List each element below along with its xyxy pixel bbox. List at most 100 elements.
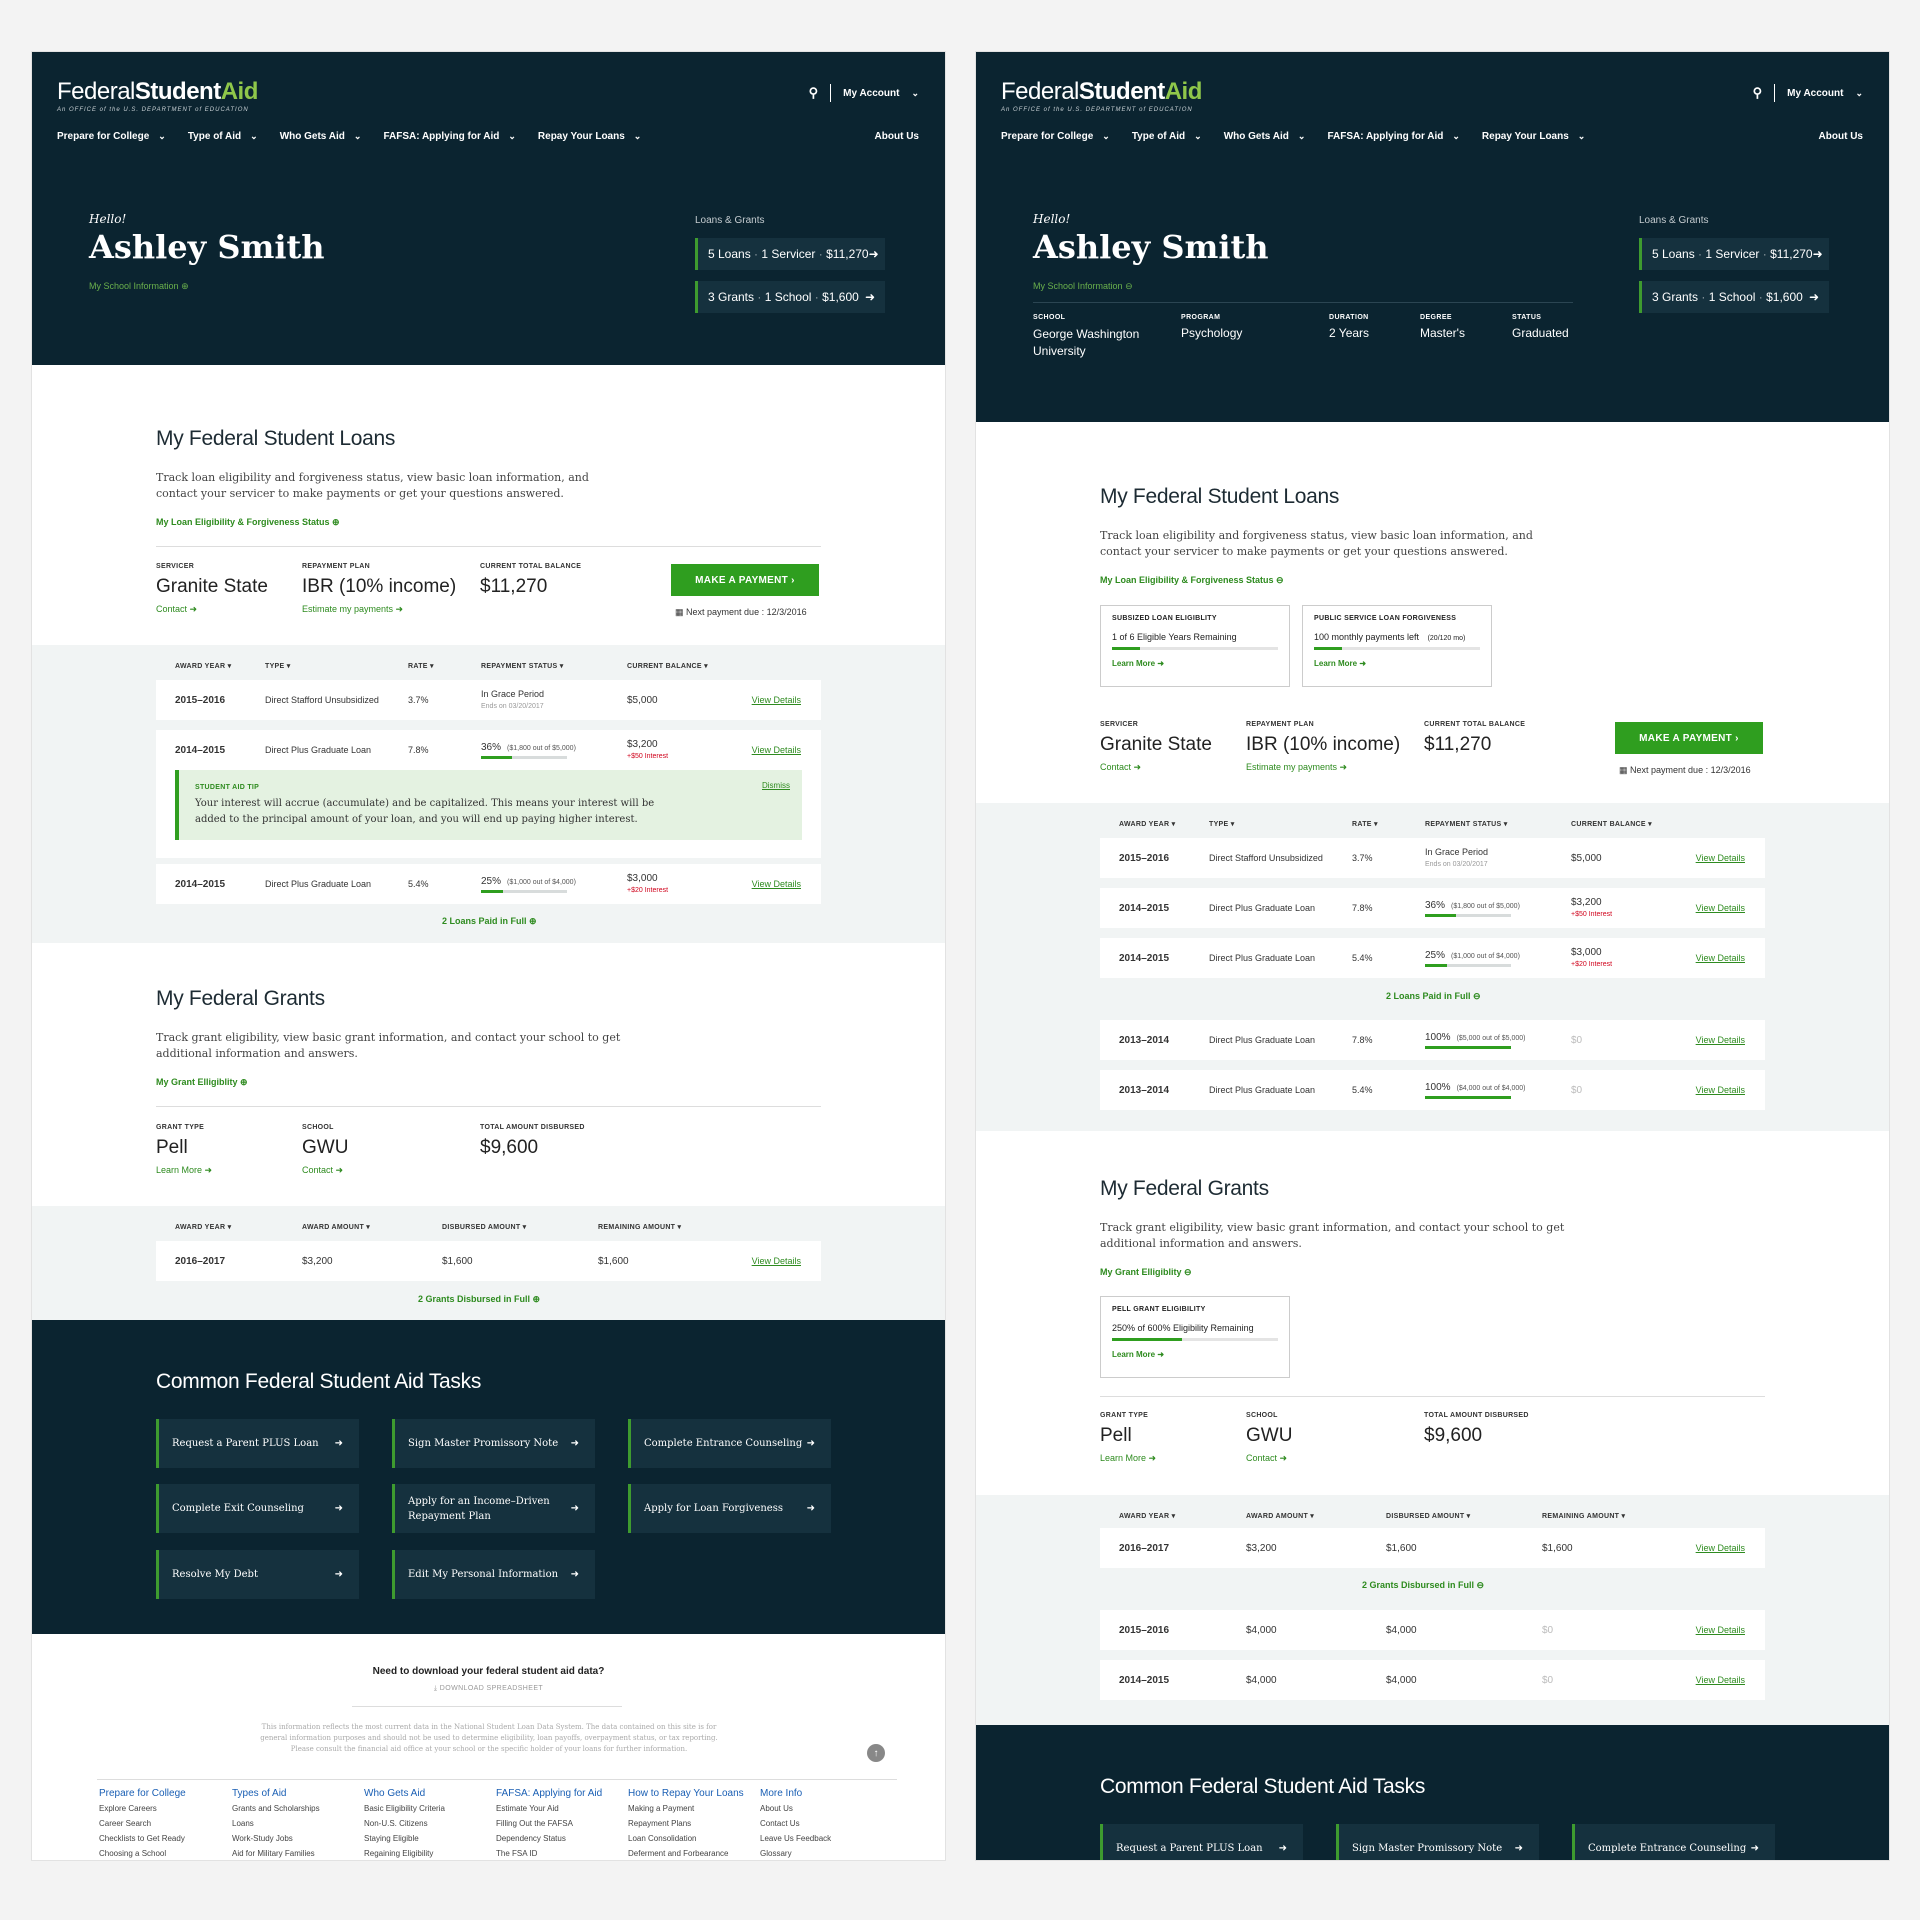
- back-to-top-icon[interactable]: ↑: [867, 1744, 885, 1762]
- task-button[interactable]: Complete Entrance Counseling ➜: [628, 1419, 831, 1468]
- col-award-year[interactable]: AWARD YEAR ▾: [175, 662, 265, 670]
- search-icon[interactable]: ⚲: [809, 85, 819, 101]
- footer-link[interactable]: Leave Us Feedback: [760, 1831, 831, 1846]
- view-details-link[interactable]: View Details: [1696, 1625, 1745, 1635]
- view-details-link[interactable]: View Details: [1696, 853, 1745, 863]
- task-button[interactable]: Complete Exit Counseling ➜: [156, 1484, 359, 1533]
- loan-row[interactable]: 2014–2015 Direct Plus Graduate Loan 5.4%…: [1100, 938, 1765, 978]
- loans-paid-toggle[interactable]: 2 Loans Paid in Full ⊕: [442, 916, 537, 927]
- footer-link[interactable]: Deferment and Forbearance: [628, 1846, 744, 1860]
- nav-repay[interactable]: Repay Your Loans ⌄: [1482, 131, 1585, 142]
- col-balance[interactable]: CURRENT BALANCE ▾: [1571, 820, 1652, 828]
- learn-more-link[interactable]: Learn More ➜: [156, 1165, 212, 1176]
- nav-fafsa[interactable]: FAFSA: Applying for Aid ⌄: [1327, 131, 1459, 142]
- nav-who-gets-aid[interactable]: Who Gets Aid ⌄: [1224, 131, 1306, 142]
- footer-link[interactable]: About Us: [760, 1801, 831, 1816]
- col-status[interactable]: REPAYMENT STATUS ▾: [481, 662, 627, 670]
- school-info-toggle[interactable]: My School Information ⊖: [1033, 281, 1133, 292]
- footer-heading-link[interactable]: Who Gets Aid: [364, 1786, 445, 1801]
- view-details-link[interactable]: View Details: [1696, 953, 1745, 963]
- col-disbursed[interactable]: DISBURSED AMOUNT ▾: [442, 1223, 598, 1231]
- nav-prepare[interactable]: Prepare for College ⌄: [1001, 131, 1110, 142]
- contact-link[interactable]: Contact ➜: [1246, 1453, 1292, 1464]
- chevron-down-icon[interactable]: ⌄: [911, 88, 919, 99]
- make-payment-button[interactable]: MAKE A PAYMENT ›: [671, 564, 819, 596]
- footer-link[interactable]: Making a Payment: [628, 1801, 744, 1816]
- grants-paid-toggle[interactable]: 2 Grants Disbursed in Full ⊕: [418, 1294, 540, 1305]
- footer-link[interactable]: Estimate Your Aid: [496, 1801, 602, 1816]
- col-award-year[interactable]: AWARD YEAR ▾: [175, 1223, 302, 1231]
- footer-link[interactable]: Non-U.S. Citizens: [364, 1816, 445, 1831]
- footer-link[interactable]: Filling Out the FAFSA: [496, 1816, 602, 1831]
- loan-eligibility-toggle[interactable]: My Loan Eligibility & Forgiveness Status…: [156, 517, 340, 528]
- col-balance[interactable]: CURRENT BALANCE ▾: [627, 662, 708, 670]
- download-spreadsheet-link[interactable]: ⤓ DOWNLOAD SPREADSHEET: [32, 1685, 945, 1693]
- contact-link[interactable]: Contact ➜: [302, 1165, 348, 1176]
- view-details-link[interactable]: View Details: [752, 695, 801, 705]
- learn-more-link[interactable]: Learn More ➜: [1112, 1350, 1278, 1359]
- view-details-link[interactable]: View Details: [1696, 1675, 1745, 1685]
- footer-link[interactable]: Repayment Plans: [628, 1816, 744, 1831]
- footer-link[interactable]: Grants and Scholarships: [232, 1801, 320, 1816]
- chevron-down-icon[interactable]: ⌄: [1855, 88, 1863, 99]
- footer-heading-link[interactable]: Prepare for College: [99, 1786, 186, 1801]
- loan-row[interactable]: 2014–2015 Direct Plus Graduate Loan 7.8%…: [1100, 888, 1765, 928]
- col-award-amount[interactable]: AWARD AMOUNT ▾: [302, 1223, 442, 1231]
- loan-row[interactable]: 2015–2016 Direct Stafford Unsubsidized 3…: [156, 680, 821, 720]
- loan-row[interactable]: 2014–2015 Direct Plus Graduate Loan 7.8%…: [156, 730, 821, 770]
- footer-link[interactable]: Loans: [232, 1816, 320, 1831]
- col-award-amount[interactable]: AWARD AMOUNT ▾: [1246, 1512, 1386, 1520]
- nav-about-us[interactable]: About Us: [875, 131, 919, 142]
- learn-more-link[interactable]: Learn More ➜: [1112, 659, 1278, 668]
- estimate-link[interactable]: Estimate my payments ➜: [302, 604, 456, 615]
- paid-grant-row[interactable]: 2014–2015 $4,000 $4,000 $0 View Details: [1100, 1660, 1765, 1700]
- logo[interactable]: FederalStudentAid An OFFICE of the U.S. D…: [1001, 78, 1202, 113]
- grant-eligibility-toggle[interactable]: My Grant Elligiblity ⊖: [1100, 1267, 1192, 1278]
- footer-link[interactable]: Career Search: [99, 1816, 186, 1831]
- my-account-button[interactable]: My Account: [1787, 88, 1843, 99]
- loans-summary-button[interactable]: 5 Loans · 1 Servicer · $11,270 ➜: [695, 238, 885, 270]
- col-rate[interactable]: RATE ▾: [1352, 820, 1425, 828]
- make-payment-button[interactable]: MAKE A PAYMENT ›: [1615, 722, 1763, 754]
- footer-heading-link[interactable]: Types of Aid: [232, 1786, 320, 1801]
- search-icon[interactable]: ⚲: [1753, 85, 1763, 101]
- footer-heading-link[interactable]: FAFSA: Applying for Aid: [496, 1786, 602, 1801]
- grant-row[interactable]: 2016–2017 $3,200 $1,600 $1,600 View Deta…: [1100, 1528, 1765, 1568]
- loans-summary-button[interactable]: 5 Loans · 1 Servicer · $11,270 ➜: [1639, 238, 1829, 270]
- task-button[interactable]: Request a Parent PLUS Loan ➜: [156, 1419, 359, 1468]
- col-disbursed[interactable]: DISBURSED AMOUNT ▾: [1386, 1512, 1542, 1520]
- view-details-link[interactable]: View Details: [1696, 903, 1745, 913]
- task-button[interactable]: Apply for Loan Forgiveness ➜: [628, 1484, 831, 1533]
- col-award-year[interactable]: AWARD YEAR ▾: [1119, 820, 1209, 828]
- col-remaining[interactable]: REMAINING AMOUNT ▾: [598, 1223, 681, 1231]
- col-type[interactable]: TYPE ▾: [265, 662, 408, 670]
- view-details-link[interactable]: View Details: [1696, 1085, 1745, 1095]
- footer-link[interactable]: Choosing a School: [99, 1846, 186, 1860]
- paid-loan-row[interactable]: 2013–2014 Direct Plus Graduate Loan 5.4%…: [1100, 1070, 1765, 1110]
- nav-prepare[interactable]: Prepare for College ⌄: [57, 131, 166, 142]
- task-button[interactable]: Apply for an Income–Driven Repayment Pla…: [392, 1484, 595, 1533]
- footer-heading-link[interactable]: How to Repay Your Loans: [628, 1786, 744, 1801]
- footer-link[interactable]: Aid for Military Families: [232, 1846, 320, 1860]
- contact-link[interactable]: Contact ➜: [156, 604, 268, 615]
- footer-link[interactable]: Regaining Eligibility: [364, 1846, 445, 1860]
- school-info-toggle[interactable]: My School Information ⊕: [89, 281, 189, 292]
- footer-link[interactable]: Contact Us: [760, 1816, 831, 1831]
- col-type[interactable]: TYPE ▾: [1209, 820, 1352, 828]
- task-button[interactable]: Resolve My Debt ➜: [156, 1550, 359, 1599]
- footer-link[interactable]: Explore Careers: [99, 1801, 186, 1816]
- view-details-link[interactable]: View Details: [1696, 1035, 1745, 1045]
- grant-eligibility-toggle[interactable]: My Grant Elligiblity ⊕: [156, 1077, 248, 1088]
- nav-repay[interactable]: Repay Your Loans ⌄: [538, 131, 641, 142]
- grants-paid-toggle[interactable]: 2 Grants Disbursed in Full ⊖: [1362, 1580, 1484, 1591]
- grants-summary-button[interactable]: 3 Grants · 1 School · $1,600 ➜: [695, 281, 885, 313]
- loan-row[interactable]: 2014–2015 Direct Plus Graduate Loan 5.4%…: [156, 864, 821, 904]
- paid-loan-row[interactable]: 2013–2014 Direct Plus Graduate Loan 7.8%…: [1100, 1020, 1765, 1060]
- dismiss-button[interactable]: Dismiss: [762, 781, 790, 790]
- nav-type-of-aid[interactable]: Type of Aid ⌄: [1132, 131, 1202, 142]
- logo[interactable]: FederalStudentAid An OFFICE of the U.S. D…: [57, 78, 258, 113]
- col-rate[interactable]: RATE ▾: [408, 662, 481, 670]
- my-account-button[interactable]: My Account: [843, 88, 899, 99]
- view-details-link[interactable]: View Details: [1696, 1543, 1745, 1553]
- learn-more-link[interactable]: Learn More ➜: [1314, 659, 1480, 668]
